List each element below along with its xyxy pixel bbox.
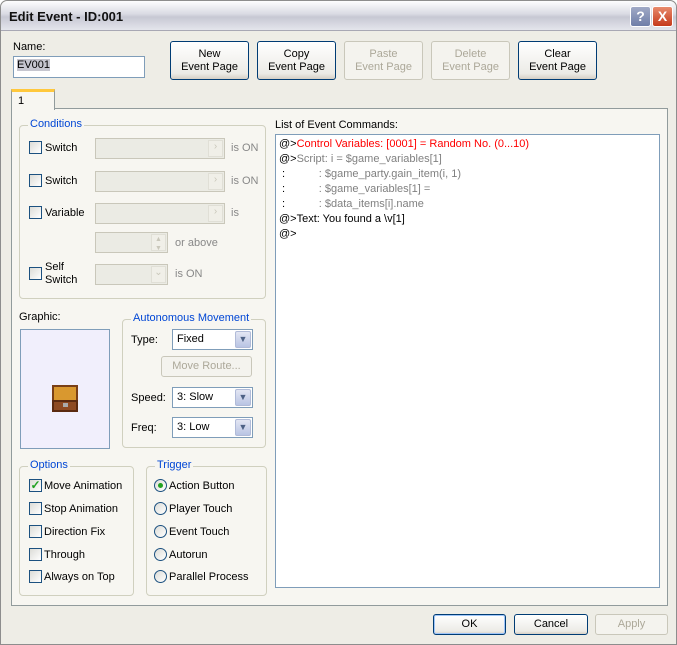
- name-input[interactable]: EV001: [13, 56, 145, 78]
- movement-title: Autonomous Movement: [131, 312, 252, 324]
- speed-label: Speed:: [131, 392, 166, 404]
- switch1-label: Switch: [45, 142, 78, 154]
- self-switch-label: Self Switch: [45, 261, 78, 286]
- player-touch-label: Player Touch: [169, 503, 233, 515]
- freq-value: 3: Low: [177, 421, 210, 433]
- chevron-right-icon: ›: [208, 173, 223, 190]
- self-switch-checkbox[interactable]: [29, 267, 42, 280]
- command-prefix: @>: [279, 228, 297, 240]
- switch1-checkbox[interactable]: [29, 141, 42, 154]
- autorun-radio[interactable]: [154, 548, 167, 561]
- commands-label: List of Event Commands:: [275, 119, 398, 131]
- apply-button[interactable]: Apply: [595, 614, 668, 635]
- chevron-down-icon: ⌄: [151, 266, 166, 283]
- new-event-page-button[interactable]: New Event Page: [170, 41, 249, 80]
- delete-event-page-button[interactable]: Delete Event Page: [431, 41, 510, 80]
- variable-is: is: [231, 207, 239, 219]
- action-button-label: Action Button: [169, 480, 235, 492]
- action-button-radio[interactable]: [154, 479, 167, 492]
- chevron-down-icon: ▼: [235, 389, 251, 406]
- command-line[interactable]: : : $data_items[i].name: [279, 198, 424, 210]
- switch1-select[interactable]: ›: [95, 138, 225, 159]
- tab-label: 1: [18, 95, 25, 107]
- variable-label: Variable: [45, 207, 85, 219]
- name-label: Name:: [13, 41, 46, 53]
- name-value: EV001: [17, 59, 51, 71]
- command-text: : $game_variables[1] =: [285, 183, 431, 195]
- command-text: Control Variables: [0001] = Random No. (…: [296, 138, 530, 150]
- graphic-preview[interactable]: [20, 329, 110, 449]
- copy-event-page-button[interactable]: Copy Event Page: [257, 41, 336, 80]
- self-switch-is-on: is ON: [175, 268, 203, 280]
- title-bar: Edit Event - ID:001 ? X: [1, 1, 676, 31]
- parallel-process-label: Parallel Process: [169, 571, 249, 583]
- type-label: Type:: [131, 334, 158, 346]
- clear-event-page-button[interactable]: Clear Event Page: [518, 41, 597, 80]
- speed-select[interactable]: 3: Slow ▼: [172, 387, 253, 408]
- or-above-label: or above: [175, 237, 218, 249]
- switch2-label: Switch: [45, 175, 78, 187]
- parallel-process-radio[interactable]: [154, 570, 167, 583]
- command-line[interactable]: @>: [279, 228, 297, 240]
- paste-event-page-button[interactable]: Paste Event Page: [344, 41, 423, 80]
- treasure-chest-icon: [52, 385, 78, 412]
- ok-button[interactable]: OK: [433, 614, 506, 635]
- chevron-right-icon: ›: [208, 140, 223, 157]
- event-touch-label: Event Touch: [169, 526, 230, 538]
- autorun-label: Autorun: [169, 549, 208, 561]
- event-touch-radio[interactable]: [154, 525, 167, 538]
- tab-page-1[interactable]: 1: [11, 89, 55, 110]
- direction-fix-label: Direction Fix: [44, 526, 106, 538]
- type-value: Fixed: [177, 333, 204, 345]
- chevron-down-icon: ▼: [235, 331, 251, 348]
- move-animation-checkbox[interactable]: ✓: [29, 479, 42, 492]
- window-title: Edit Event - ID:001: [9, 9, 124, 24]
- command-prefix: @>: [279, 213, 297, 225]
- command-text: Text: You found a \v[1]: [296, 213, 405, 225]
- command-prefix: @>: [279, 138, 297, 150]
- switch2-is-on: is ON: [231, 175, 259, 187]
- command-prefix: @>: [279, 153, 297, 165]
- command-line[interactable]: : : $game_variables[1] =: [279, 183, 430, 195]
- self-switch-select[interactable]: ⌄: [95, 264, 168, 285]
- graphic-label: Graphic:: [19, 311, 61, 323]
- always-on-top-label: Always on Top: [44, 571, 115, 583]
- player-touch-radio[interactable]: [154, 502, 167, 515]
- edit-event-window: Edit Event - ID:001 ? X Name: EV001 New …: [0, 0, 677, 645]
- move-route-button[interactable]: Move Route...: [161, 356, 252, 377]
- stop-animation-label: Stop Animation: [44, 503, 118, 515]
- always-on-top-checkbox[interactable]: [29, 570, 42, 583]
- variable-value-spinner[interactable]: ▲ ▼: [95, 232, 168, 253]
- freq-label: Freq:: [131, 422, 157, 434]
- variable-select[interactable]: ›: [95, 203, 225, 224]
- freq-select[interactable]: 3: Low ▼: [172, 417, 253, 438]
- variable-checkbox[interactable]: [29, 206, 42, 219]
- command-line[interactable]: @>Control Variables: [0001] = Random No.…: [279, 138, 529, 150]
- through-label: Through: [44, 549, 85, 561]
- command-line[interactable]: @>Script: i = $game_variables[1]: [279, 153, 442, 165]
- through-checkbox[interactable]: [29, 548, 42, 561]
- help-icon[interactable]: ?: [630, 6, 651, 27]
- chevron-down-icon: ▼: [235, 419, 251, 436]
- cancel-button[interactable]: Cancel: [514, 614, 588, 635]
- spinner-arrows-icon: ▲ ▼: [151, 234, 166, 252]
- command-line[interactable]: : : $game_party.gain_item(i, 1): [279, 168, 461, 180]
- type-select[interactable]: Fixed ▼: [172, 329, 253, 350]
- speed-value: 3: Slow: [177, 391, 214, 403]
- switch2-select[interactable]: ›: [95, 171, 225, 192]
- switch1-is-on: is ON: [231, 142, 259, 154]
- options-title: Options: [28, 459, 70, 471]
- move-animation-label: Move Animation: [44, 480, 123, 492]
- command-text: : $game_party.gain_item(i, 1): [285, 168, 461, 180]
- command-text: : $data_items[i].name: [285, 198, 424, 210]
- direction-fix-checkbox[interactable]: [29, 525, 42, 538]
- command-text: Script: i = $game_variables[1]: [296, 153, 442, 165]
- command-line[interactable]: @>Text: You found a \v[1]: [279, 213, 405, 225]
- trigger-title: Trigger: [155, 459, 194, 471]
- switch2-checkbox[interactable]: [29, 174, 42, 187]
- chevron-right-icon: ›: [208, 205, 223, 222]
- conditions-title: Conditions: [28, 118, 84, 130]
- close-icon[interactable]: X: [652, 6, 673, 27]
- stop-animation-checkbox[interactable]: [29, 502, 42, 515]
